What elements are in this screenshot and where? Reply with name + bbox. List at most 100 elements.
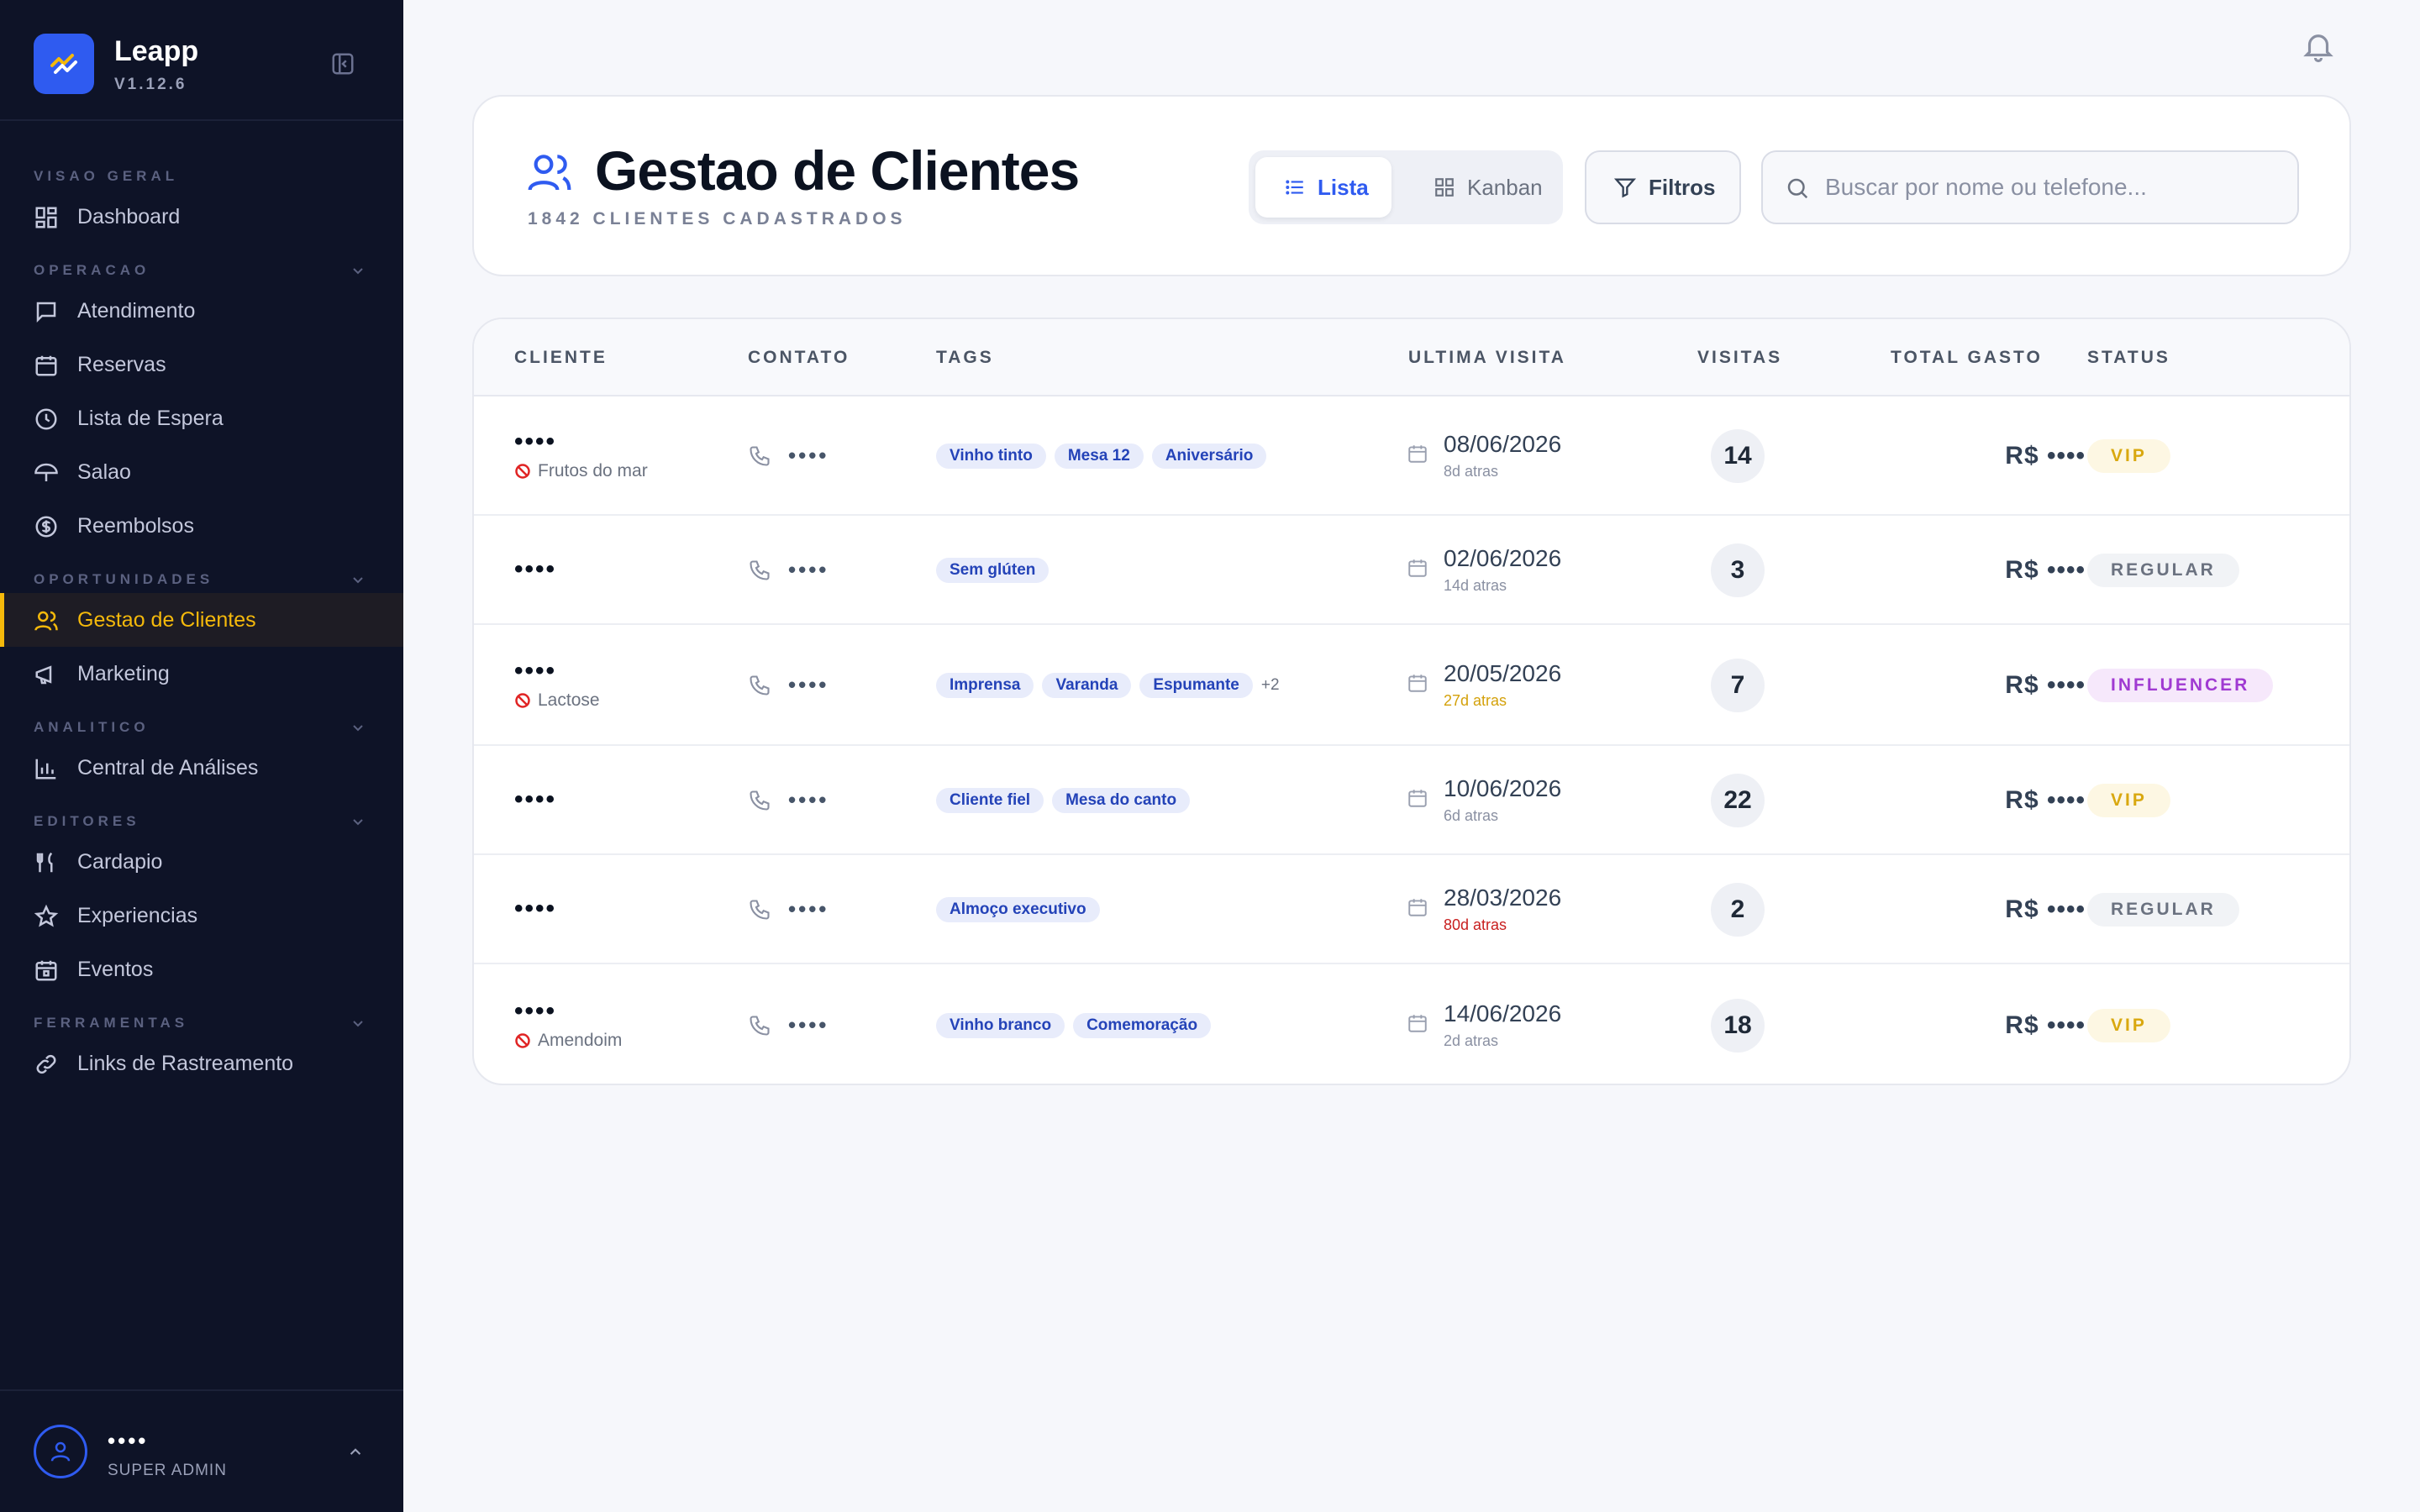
utensils-icon xyxy=(36,852,53,873)
phone-icon xyxy=(750,899,770,920)
phone-icon xyxy=(750,1015,770,1036)
sidebar-item-atendimento[interactable]: Atendimento xyxy=(0,284,403,338)
tag-chip[interactable]: Sem glúten xyxy=(936,558,1050,583)
tag-chip[interactable]: Vinho branco xyxy=(936,1013,1065,1038)
contact-phone[interactable]: •••• xyxy=(748,896,829,922)
last-visit-ago: 27d atras xyxy=(1444,692,1507,709)
sidebar-item-gestao-clientes[interactable]: Gestao de Clientes xyxy=(0,593,403,647)
tag-chip[interactable]: Espumante xyxy=(1139,673,1253,698)
users-icon xyxy=(34,611,58,631)
sidebar-item-label: Experiencias xyxy=(77,903,198,927)
table-row[interactable]: •••• •••• Sem glúten 02/06/2026 14d atras 3 R$… xyxy=(474,516,2349,625)
sidebar-item-label: Marketing xyxy=(77,661,170,685)
page-title: Gestao de Clientes xyxy=(595,139,1080,202)
client-name[interactable]: •••• xyxy=(514,428,556,456)
logo-icon[interactable] xyxy=(34,34,94,94)
client-name[interactable]: •••• xyxy=(514,785,556,814)
table-row[interactable]: •••• •••• Almoço executivo 28/03/2026 80d at… xyxy=(474,855,2349,964)
client-name[interactable]: •••• xyxy=(514,997,556,1026)
total-spent: R$ •••• xyxy=(2005,786,2086,814)
sidebar-item-links-rastreamento[interactable]: Links de Rastreamento xyxy=(0,1037,403,1090)
search-input[interactable] xyxy=(1825,164,2279,211)
chevron-up-icon[interactable] xyxy=(345,1441,366,1463)
last-visit-date: 10/06/2026 xyxy=(1444,775,1562,801)
status-badge: INFLUENCER xyxy=(2087,669,2274,702)
tag-chip[interactable]: Comemoração xyxy=(1073,1013,1212,1038)
contact-phone[interactable]: •••• xyxy=(748,1012,829,1038)
sidebar-item-experiencias[interactable]: Experiencias xyxy=(0,889,403,942)
col-cliente[interactable]: CLIENTE xyxy=(514,348,608,368)
sidebar-collapse-icon[interactable] xyxy=(328,49,358,79)
col-visitas[interactable]: VISITAS xyxy=(1697,348,1782,368)
more-tags-count[interactable]: +2 xyxy=(1261,676,1280,695)
sidebar-item-reservas[interactable]: Reservas xyxy=(0,338,403,391)
sidebar-item-eventos[interactable]: Eventos xyxy=(0,942,403,996)
tag-list: Cliente fiel Mesa do canto xyxy=(936,788,1198,813)
tag-chip[interactable]: Mesa 12 xyxy=(1054,444,1144,469)
col-total-gasto[interactable]: TOTAL GASTO xyxy=(1891,348,2043,368)
visit-count: 14 xyxy=(1711,429,1765,483)
sidebar: Leapp V1.12.6 VISAO GERAL Dashboard OPER… xyxy=(0,0,403,1512)
col-ultima-visita[interactable]: ULTIMA VISITA xyxy=(1408,348,1566,368)
section-ferramentas[interactable]: FERRAMENTAS xyxy=(0,1010,403,1037)
users-icon xyxy=(528,155,571,191)
sidebar-item-marketing[interactable]: Marketing xyxy=(0,647,403,701)
view-toggle: Lista Kanban xyxy=(1249,150,1563,224)
tag-chip[interactable]: Mesa do canto xyxy=(1052,788,1191,813)
total-spent: R$ •••• xyxy=(2005,895,2086,923)
list-icon xyxy=(1286,180,1303,195)
dollar-icon xyxy=(35,516,57,538)
tag-chip[interactable]: Imprensa xyxy=(936,673,1034,698)
filters-label: Filtros xyxy=(1649,174,1716,200)
view-list-label: Lista xyxy=(1318,174,1369,200)
contact-phone[interactable]: •••• xyxy=(748,557,829,583)
col-tags[interactable]: TAGS xyxy=(936,348,994,368)
tag-chip[interactable]: Varanda xyxy=(1042,673,1132,698)
tag-chip[interactable]: Aniversário xyxy=(1151,444,1267,469)
client-name[interactable]: •••• xyxy=(514,895,556,923)
contact-phone[interactable]: •••• xyxy=(748,443,829,469)
table-row[interactable]: •••• Amendoim •••• Vinho branco Comemoração 1… xyxy=(474,964,2349,1084)
table-row[interactable]: •••• •••• Cliente fiel Mesa do canto 10/06/2… xyxy=(474,746,2349,855)
bell-icon[interactable] xyxy=(2301,29,2336,64)
table-row[interactable]: •••• Frutos do mar •••• Vinho tinto Mesa 12 A… xyxy=(474,396,2349,516)
client-name[interactable]: •••• xyxy=(514,657,556,685)
visit-count: 18 xyxy=(1711,999,1765,1053)
sidebar-item-salao[interactable]: Salao xyxy=(0,445,403,499)
tag-list: Sem glúten xyxy=(936,558,1057,583)
total-spent: R$ •••• xyxy=(2005,556,2086,584)
tag-chip[interactable]: Almoço executivo xyxy=(936,897,1100,922)
section-oportunidades[interactable]: OPORTUNIDADES xyxy=(0,566,403,593)
user-menu[interactable]: •••• SUPER ADMIN xyxy=(0,1389,403,1512)
contact-phone[interactable]: •••• xyxy=(748,787,829,813)
sidebar-item-dashboard[interactable]: Dashboard xyxy=(0,190,403,244)
sidebar-item-reembolsos[interactable]: Reembolsos xyxy=(0,499,403,553)
table-row[interactable]: •••• Lactose •••• Imprensa Varanda Espumante +… xyxy=(474,625,2349,746)
filter-icon xyxy=(1613,178,1637,198)
view-kanban-label: Kanban xyxy=(1467,174,1543,200)
sidebar-item-central-analises[interactable]: Central de Análises xyxy=(0,741,403,795)
avatar[interactable] xyxy=(34,1425,87,1478)
table-header: CLIENTE CONTATO TAGS ULTIMA VISITA VISIT… xyxy=(474,319,2349,396)
section-analitico[interactable]: ANALITICO xyxy=(0,714,403,741)
sidebar-item-lista-espera[interactable]: Lista de Espera xyxy=(0,391,403,445)
app-version: V1.12.6 xyxy=(114,76,187,93)
chevron-down-icon xyxy=(353,1021,363,1027)
view-list-button[interactable]: Lista xyxy=(1255,157,1392,218)
contact-phone[interactable]: •••• xyxy=(748,672,829,698)
col-status[interactable]: STATUS xyxy=(2087,348,2170,368)
total-spent: R$ •••• xyxy=(2005,671,2086,699)
col-contato[interactable]: CONTATO xyxy=(748,348,850,368)
filters-button[interactable]: Filtros xyxy=(1585,150,1741,224)
section-operacao[interactable]: OPERACAO xyxy=(0,257,403,284)
sidebar-item-cardapio[interactable]: Cardapio xyxy=(0,835,403,889)
view-kanban-button[interactable]: Kanban xyxy=(1405,157,1556,218)
tag-chip[interactable]: Cliente fiel xyxy=(936,788,1044,813)
client-name[interactable]: •••• xyxy=(514,555,556,584)
section-editores[interactable]: EDITORES xyxy=(0,808,403,835)
calendar-icon xyxy=(1408,559,1427,577)
phone-masked: •••• xyxy=(788,1012,829,1037)
calendar-icon xyxy=(1408,1015,1427,1032)
tag-chip[interactable]: Vinho tinto xyxy=(936,444,1046,469)
last-visit-date: 14/06/2026 xyxy=(1444,1000,1562,1026)
